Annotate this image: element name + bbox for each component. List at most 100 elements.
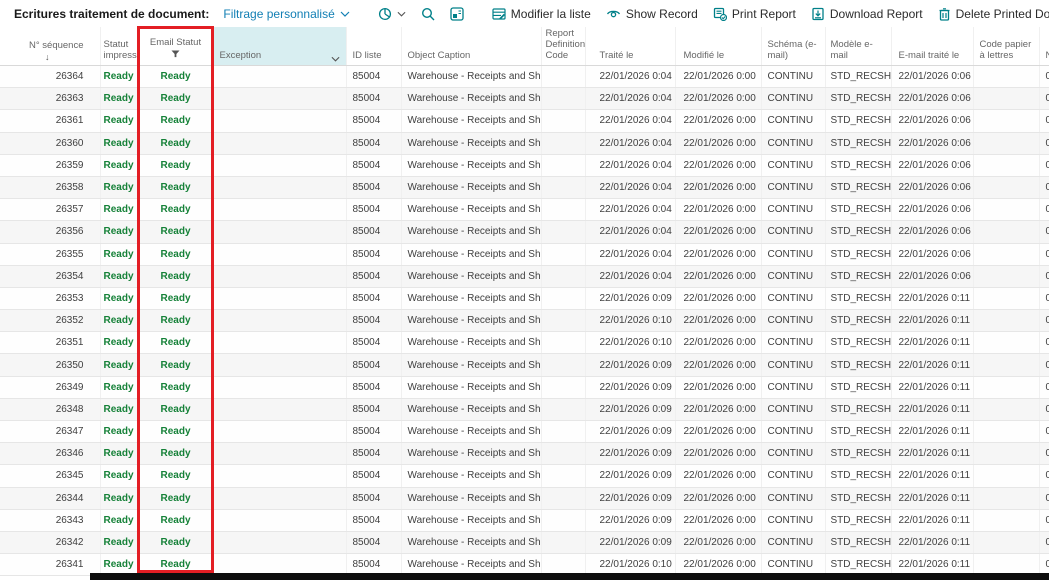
cell-email_processed_at[interactable]: 22/01/2026 0:11 bbox=[891, 376, 973, 398]
column-header-list-id[interactable]: ID liste bbox=[346, 27, 401, 66]
cell-exception[interactable] bbox=[213, 221, 346, 243]
cell-last[interactable]: 0 bbox=[1039, 443, 1049, 465]
cell-processed_at[interactable]: 22/01/2026 0:04 bbox=[585, 132, 675, 154]
cell-last[interactable]: 0 bbox=[1039, 310, 1049, 332]
cell-last[interactable]: 0 bbox=[1039, 154, 1049, 176]
cell-paper_code[interactable] bbox=[973, 66, 1039, 88]
cell-object_caption[interactable]: Warehouse - Receipts and Ship... bbox=[401, 443, 541, 465]
cell-modified_at[interactable]: 22/01/2026 0:00 bbox=[675, 132, 761, 154]
cell-report_def[interactable] bbox=[541, 88, 585, 110]
cell-print_status[interactable]: Ready bbox=[100, 310, 138, 332]
cell-email_status[interactable]: Ready bbox=[138, 398, 213, 420]
cell-schema[interactable]: CONTINU bbox=[761, 376, 825, 398]
cell-exception[interactable] bbox=[213, 66, 346, 88]
column-header-email-model[interactable]: Modèle e-mail bbox=[825, 27, 891, 66]
cell-schema[interactable]: CONTINU bbox=[761, 243, 825, 265]
cell-schema[interactable]: CONTINU bbox=[761, 421, 825, 443]
cell-email_status[interactable]: Ready bbox=[138, 332, 213, 354]
cell-schema[interactable]: CONTINU bbox=[761, 88, 825, 110]
cell-seq[interactable]: 26357 bbox=[0, 199, 100, 221]
cell-email_model[interactable]: STD_RECSHIP bbox=[825, 132, 891, 154]
cell-processed_at[interactable]: 22/01/2026 0:09 bbox=[585, 421, 675, 443]
show-record-button[interactable]: Show Record bbox=[605, 5, 699, 23]
cell-email_processed_at[interactable]: 22/01/2026 0:11 bbox=[891, 487, 973, 509]
cell-email_status[interactable]: Ready bbox=[138, 221, 213, 243]
cell-exception[interactable] bbox=[213, 443, 346, 465]
column-header-print-status[interactable]: Statut impression bbox=[100, 27, 138, 66]
cell-exception[interactable] bbox=[213, 265, 346, 287]
cell-last[interactable]: 0 bbox=[1039, 509, 1049, 531]
cell-id_list[interactable]: 85004 bbox=[346, 398, 401, 420]
cell-email_status[interactable]: Ready bbox=[138, 88, 213, 110]
cell-seq[interactable]: 26345 bbox=[0, 465, 100, 487]
cell-exception[interactable] bbox=[213, 465, 346, 487]
cell-print_status[interactable]: Ready bbox=[100, 287, 138, 309]
cell-report_def[interactable] bbox=[541, 132, 585, 154]
cell-id_list[interactable]: 85004 bbox=[346, 443, 401, 465]
cell-processed_at[interactable]: 22/01/2026 0:09 bbox=[585, 531, 675, 553]
cell-object_caption[interactable]: Warehouse - Receipts and Ship... bbox=[401, 176, 541, 198]
cell-object_caption[interactable]: Warehouse - Receipts and Ship... bbox=[401, 354, 541, 376]
cell-schema[interactable]: CONTINU bbox=[761, 287, 825, 309]
cell-seq[interactable]: 26364 bbox=[0, 66, 100, 88]
cell-exception[interactable] bbox=[213, 376, 346, 398]
cell-schema[interactable]: CONTINU bbox=[761, 443, 825, 465]
cell-print_status[interactable]: Ready bbox=[100, 531, 138, 553]
cell-email_status[interactable]: Ready bbox=[138, 154, 213, 176]
cell-paper_code[interactable] bbox=[973, 154, 1039, 176]
cell-object_caption[interactable]: Warehouse - Receipts and Ship... bbox=[401, 287, 541, 309]
cell-print_status[interactable]: Ready bbox=[100, 398, 138, 420]
table-row[interactable]: 26345ReadyReady85004Warehouse - Receipts… bbox=[0, 465, 1049, 487]
cell-seq[interactable]: 26352 bbox=[0, 310, 100, 332]
cell-paper_code[interactable] bbox=[973, 443, 1039, 465]
cell-paper_code[interactable] bbox=[973, 332, 1039, 354]
column-header-sequence-no[interactable]: N° séquence ↓ bbox=[0, 27, 100, 66]
cell-exception[interactable] bbox=[213, 110, 346, 132]
cell-id_list[interactable]: 85004 bbox=[346, 310, 401, 332]
cell-email_processed_at[interactable]: 22/01/2026 0:11 bbox=[891, 421, 973, 443]
cell-last[interactable]: 0 bbox=[1039, 398, 1049, 420]
cell-modified_at[interactable]: 22/01/2026 0:00 bbox=[675, 176, 761, 198]
cell-object_caption[interactable]: Warehouse - Receipts and Ship... bbox=[401, 376, 541, 398]
cell-report_def[interactable] bbox=[541, 332, 585, 354]
cell-email_model[interactable]: STD_RECSHIP bbox=[825, 531, 891, 553]
cell-report_def[interactable] bbox=[541, 531, 585, 553]
cell-id_list[interactable]: 85004 bbox=[346, 376, 401, 398]
cell-id_list[interactable]: 85004 bbox=[346, 88, 401, 110]
cell-object_caption[interactable]: Warehouse - Receipts and Ship... bbox=[401, 465, 541, 487]
cell-last[interactable]: 0 bbox=[1039, 176, 1049, 198]
cell-email_processed_at[interactable]: 22/01/2026 0:06 bbox=[891, 243, 973, 265]
cell-processed_at[interactable]: 22/01/2026 0:04 bbox=[585, 66, 675, 88]
cell-paper_code[interactable] bbox=[973, 354, 1039, 376]
cell-modified_at[interactable]: 22/01/2026 0:00 bbox=[675, 354, 761, 376]
cell-email_processed_at[interactable]: 22/01/2026 0:06 bbox=[891, 154, 973, 176]
cell-exception[interactable] bbox=[213, 154, 346, 176]
chevron-down-icon[interactable] bbox=[331, 56, 340, 62]
cell-paper_code[interactable] bbox=[973, 132, 1039, 154]
cell-email_model[interactable]: STD_RECSHIP bbox=[825, 310, 891, 332]
cell-id_list[interactable]: 85004 bbox=[346, 154, 401, 176]
cell-email_status[interactable]: Ready bbox=[138, 443, 213, 465]
cell-processed_at[interactable]: 22/01/2026 0:09 bbox=[585, 443, 675, 465]
cell-object_caption[interactable]: Warehouse - Receipts and Ship... bbox=[401, 421, 541, 443]
cell-report_def[interactable] bbox=[541, 66, 585, 88]
cell-schema[interactable]: CONTINU bbox=[761, 154, 825, 176]
cell-last[interactable]: 0 bbox=[1039, 287, 1049, 309]
cell-email_processed_at[interactable]: 22/01/2026 0:11 bbox=[891, 531, 973, 553]
cell-paper_code[interactable] bbox=[973, 265, 1039, 287]
cell-email_status[interactable]: Ready bbox=[138, 265, 213, 287]
cell-email_status[interactable]: Ready bbox=[138, 531, 213, 553]
cell-id_list[interactable]: 85004 bbox=[346, 287, 401, 309]
cell-print_status[interactable]: Ready bbox=[100, 243, 138, 265]
cell-exception[interactable] bbox=[213, 199, 346, 221]
cell-email_processed_at[interactable]: 22/01/2026 0:06 bbox=[891, 132, 973, 154]
cell-paper_code[interactable] bbox=[973, 398, 1039, 420]
cell-schema[interactable]: CONTINU bbox=[761, 531, 825, 553]
cell-report_def[interactable] bbox=[541, 265, 585, 287]
cell-report_def[interactable] bbox=[541, 110, 585, 132]
cell-email_processed_at[interactable]: 22/01/2026 0:11 bbox=[891, 332, 973, 354]
cell-print_status[interactable]: Ready bbox=[100, 332, 138, 354]
table-row[interactable]: 26361ReadyReady85004Warehouse - Receipts… bbox=[0, 110, 1049, 132]
cell-id_list[interactable]: 85004 bbox=[346, 265, 401, 287]
table-row[interactable]: 26347ReadyReady85004Warehouse - Receipts… bbox=[0, 421, 1049, 443]
